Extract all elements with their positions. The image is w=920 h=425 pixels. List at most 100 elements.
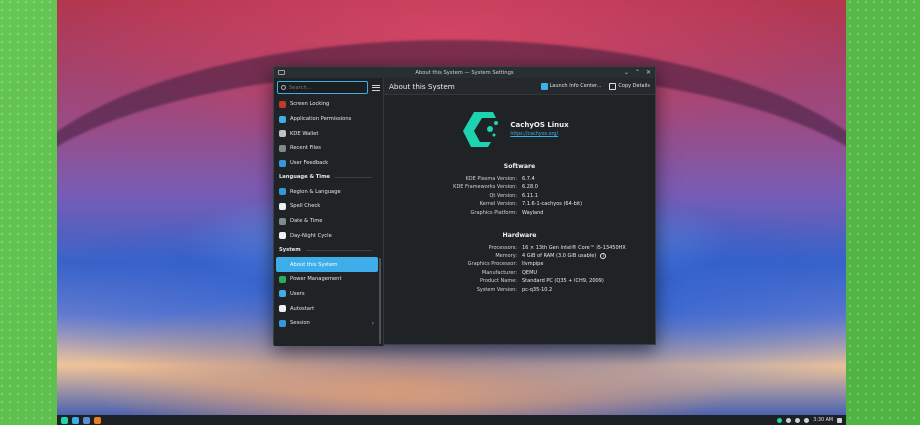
sidebar-item-about-this-system[interactable]: About this System xyxy=(276,257,378,272)
sidebar-item-users[interactable]: Users xyxy=(276,287,378,302)
info-icon xyxy=(279,261,286,269)
sidebar-scrollbar[interactable] xyxy=(379,258,381,344)
info-key: System Version: xyxy=(476,286,517,293)
info-key: Manufacturer: xyxy=(481,269,517,276)
info-key: Qt Version: xyxy=(489,192,517,199)
info-value-text[interactable]: Wayland xyxy=(522,210,543,216)
maximize-button[interactable]: ⌃ xyxy=(635,69,640,76)
sidebar-item-application-permissions[interactable]: Application Permissions xyxy=(276,112,378,127)
copy-icon xyxy=(609,82,617,90)
sidebar-item-spell-check[interactable]: Spell Check xyxy=(276,199,378,214)
info-center-icon xyxy=(540,82,548,90)
info-value-text[interactable]: llvmpipe xyxy=(522,261,543,267)
network-icon[interactable] xyxy=(804,417,810,423)
clock[interactable]: 3:30 AM xyxy=(813,418,833,423)
chevron-right-icon: › xyxy=(371,319,374,327)
sidebar-item-label: Spell Check xyxy=(290,203,321,210)
hamburger-menu-icon[interactable] xyxy=(372,84,380,91)
sidebar-item-label: Autostart xyxy=(290,305,315,312)
info-value: QEMU xyxy=(522,270,655,276)
show-desktop-icon[interactable] xyxy=(837,417,842,423)
info-value-text[interactable]: 16 × 13th Gen Intel® Core™ i5-13450HX xyxy=(522,245,626,251)
shield-icon xyxy=(279,115,286,123)
distro-website-link[interactable]: https://cachyos.org/ xyxy=(510,132,568,137)
memory-info-icon[interactable]: i xyxy=(600,252,607,259)
software-heading: Software xyxy=(503,163,536,170)
sidebar-item-screen-locking[interactable]: Screen Locking xyxy=(276,97,378,112)
autostart-icon xyxy=(279,305,286,313)
session-icon xyxy=(279,319,286,327)
cachyos-tray-icon[interactable] xyxy=(777,417,783,423)
sidebar-item-day-night-cycle[interactable]: Day-Night Cycle xyxy=(276,229,378,244)
browser-icon[interactable] xyxy=(94,416,101,424)
feedback-icon xyxy=(279,159,286,167)
sidebar-item-user-feedback[interactable]: User Feedback xyxy=(276,156,378,171)
sidebar-item-recent-files[interactable]: Recent Files xyxy=(276,141,378,156)
info-value-text[interactable]: 7.1.6-1-cachyos (64-bit) xyxy=(522,201,582,207)
info-key: Product Name: xyxy=(479,278,517,285)
info-value-text[interactable]: 6.28.0 xyxy=(522,184,538,190)
search-input[interactable] xyxy=(289,84,359,91)
sidebar-item-date-time[interactable]: Date & Time xyxy=(276,214,378,229)
launch-info-center-button[interactable]: Launch Info Center... xyxy=(540,82,602,90)
minimize-button[interactable]: ⌄ xyxy=(624,69,629,76)
info-key: KDE Plasma Version: xyxy=(465,176,517,182)
info-value: Wayland xyxy=(522,210,655,216)
volume-icon[interactable] xyxy=(795,417,801,423)
info-value: 7.1.6-1-cachyos (64-bit) xyxy=(522,201,655,207)
info-value: pc-q35-10.2 xyxy=(522,287,655,293)
info-value-text[interactable]: 4 GiB of RAM (3.0 GiB usable) xyxy=(522,253,596,259)
info-value: 6.7.4 xyxy=(522,176,655,182)
sidebar-item-region-language[interactable]: Region & Language xyxy=(276,184,378,199)
day-night-icon xyxy=(279,232,286,240)
info-value: 4 GiB of RAM (3.0 GiB usable) i xyxy=(522,252,655,259)
sidebar-item-kde-wallet[interactable]: KDE Wallet xyxy=(276,126,378,141)
info-value-text[interactable]: 6.11.1 xyxy=(522,193,538,199)
info-key: Kernel Version: xyxy=(479,201,517,208)
info-value-text[interactable]: QEMU xyxy=(522,270,537,276)
sidebar-item-label: Power Management xyxy=(290,276,342,283)
sidebar-item-label: Screen Locking xyxy=(290,101,330,108)
info-value-text[interactable]: Standard PC (Q35 + ICH9, 2009) xyxy=(522,278,604,284)
info-value-text[interactable]: pc-q35-10.2 xyxy=(522,287,552,293)
sidebar-item-label: User Feedback xyxy=(290,160,329,167)
clock-icon xyxy=(279,217,286,225)
system-settings-window: About this System — System Settings ⌄ ⌃ … xyxy=(273,66,656,346)
copy-details-label: Copy Details xyxy=(618,83,650,89)
power-icon xyxy=(279,275,286,283)
users-icon xyxy=(279,290,286,298)
launch-info-center-label: Launch Info Center... xyxy=(549,83,602,89)
file-manager-icon[interactable] xyxy=(83,416,90,424)
sidebar-item-power-management[interactable]: Power Management xyxy=(276,272,378,287)
distro-name: CachyOS Linux xyxy=(510,121,569,129)
sidebar-item-label: Recent Files xyxy=(290,145,321,152)
sidebar-item-autostart[interactable]: Autostart xyxy=(276,301,378,316)
section-language-time: Language & Time xyxy=(276,170,378,184)
sidebar-item-label: Application Permissions xyxy=(290,116,352,123)
search-field[interactable] xyxy=(277,81,368,94)
screen-lock-icon xyxy=(279,100,286,108)
clipboard-icon[interactable] xyxy=(786,417,792,423)
taskbar: 3:30 AM xyxy=(57,415,846,425)
sidebar-nav: Screen Locking Application Permissions KDE… xyxy=(274,97,383,331)
clock-icon xyxy=(279,144,286,152)
sidebar-item-label: KDE Wallet xyxy=(290,130,319,137)
wallet-icon xyxy=(279,130,286,138)
app-launcher-icon[interactable] xyxy=(61,416,68,424)
search-icon xyxy=(281,85,286,90)
title-bar[interactable]: About this System — System Settings ⌄ ⌃ … xyxy=(274,67,655,78)
page-title: About this System xyxy=(389,81,455,91)
close-button[interactable]: ✕ xyxy=(646,69,651,76)
info-value-text[interactable]: 6.7.4 xyxy=(522,176,535,182)
system-settings-taskbar-icon[interactable] xyxy=(72,416,79,424)
sidebar-item-label: Region & Language xyxy=(290,188,341,195)
info-value: Standard PC (Q35 + ICH9, 2009) xyxy=(522,278,655,284)
copy-details-button[interactable]: Copy Details xyxy=(609,82,650,90)
sidebar-item-label: Session xyxy=(290,320,310,327)
flag-icon xyxy=(279,188,286,196)
sidebar-item-label: Users xyxy=(290,290,305,297)
sidebar-item-session[interactable]: Session › xyxy=(276,316,378,331)
spellcheck-icon xyxy=(279,202,286,210)
system-tray: 3:30 AM xyxy=(777,417,842,423)
info-value: 6.11.1 xyxy=(522,193,655,199)
